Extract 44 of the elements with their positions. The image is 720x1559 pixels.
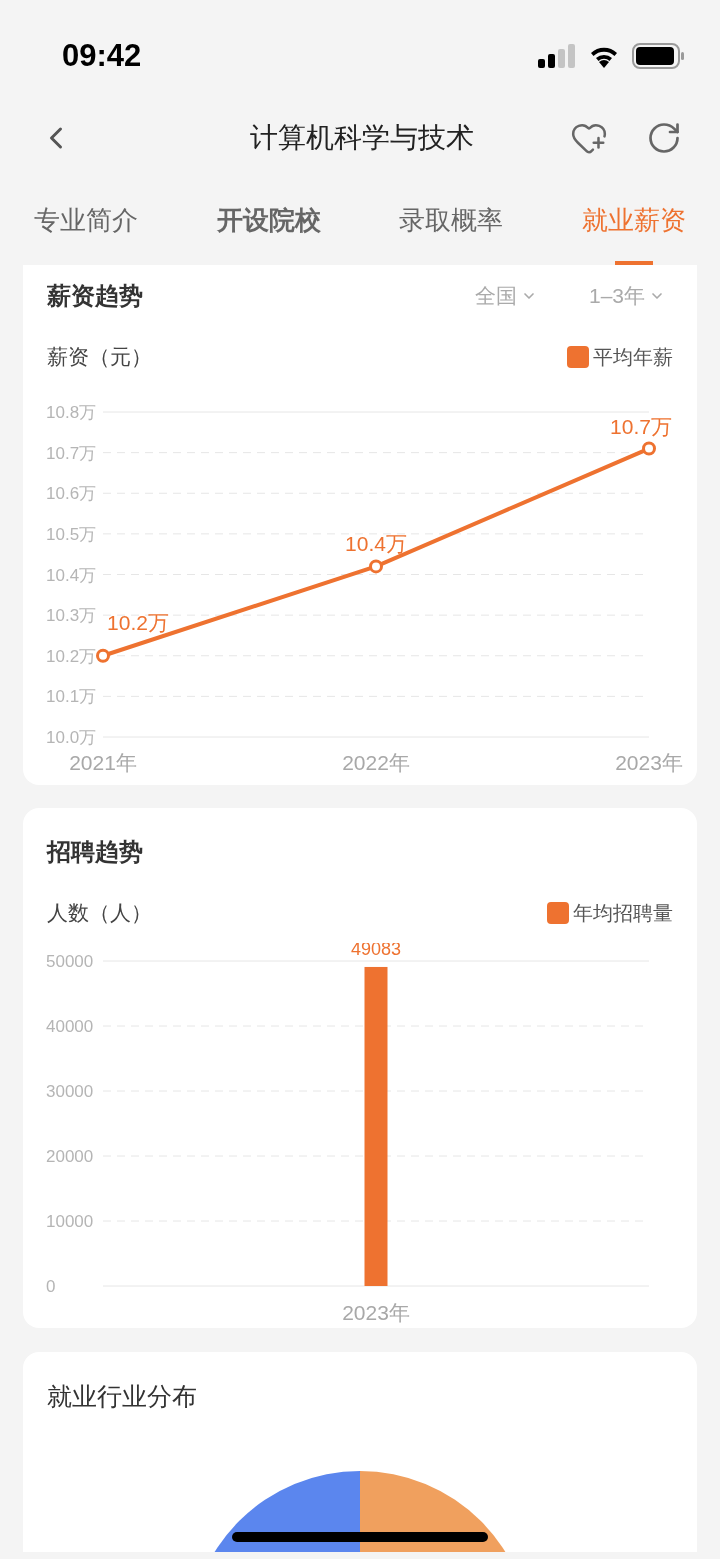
axis-tick-label: 20000 [46,1147,94,1166]
legend-swatch [567,346,589,368]
legend-label: 年均招聘量 [573,901,673,926]
axis-title: 人数（人） [47,900,152,927]
axis-tick-label: 10000 [46,1212,94,1231]
data-point [642,441,656,456]
data-label: 10.2万 [107,610,169,634]
axis-tick-label: 30000 [46,1082,94,1101]
tab[interactable]: 开设院校 [216,176,321,265]
data-point [96,648,110,663]
data-label: 10.7万 [610,414,672,438]
axis-tick-label: 50000 [46,952,94,971]
axis-tick-label: 2022年 [342,751,410,774]
status-time: 09:42 [62,36,142,75]
card-title: 招聘趋势 [47,837,143,867]
axis-tick-label: 10.8万 [46,403,97,422]
axis-tick-label: 40000 [46,1017,94,1036]
tab[interactable]: 就业薪资 [581,176,686,265]
axis-tick-label: 10.2万 [46,646,97,666]
axis-tick-label: 10.4万 [46,565,97,585]
card-title: 薪资趋势 [47,281,143,311]
axis-tick-label: 2023年 [615,751,683,774]
legend-label: 平均年薪 [593,345,673,370]
axis-tick-label: 0 [46,1277,56,1296]
tab-indicator [614,261,653,265]
data-label: 10.4万 [345,532,407,556]
tab[interactable]: 录取概率 [399,176,504,265]
axis-tick-label: 10.5万 [46,524,97,544]
axis-tick-label: 10.6万 [46,484,97,504]
axis-tick-label: 2021年 [69,751,137,774]
axis-tick-label: 10.0万 [46,728,97,747]
battery-icon [632,43,684,69]
axis-tick-label: 10.7万 [46,443,97,463]
legend-swatch [547,902,569,924]
data-label: 49083 [350,943,402,959]
axis-tick-label: 10.1万 [46,687,97,707]
tab[interactable]: 专业简介 [34,176,138,265]
page-title: 计算机科学与技术 [250,121,474,155]
signal-icon [538,44,576,68]
axis-title: 薪资（元） [47,344,152,371]
data-point [369,559,383,574]
card-title: 就业行业分布 [47,1382,197,1410]
axis-tick-label: 2023年 [342,1301,410,1324]
axis-tick-label: 10.3万 [46,606,97,626]
